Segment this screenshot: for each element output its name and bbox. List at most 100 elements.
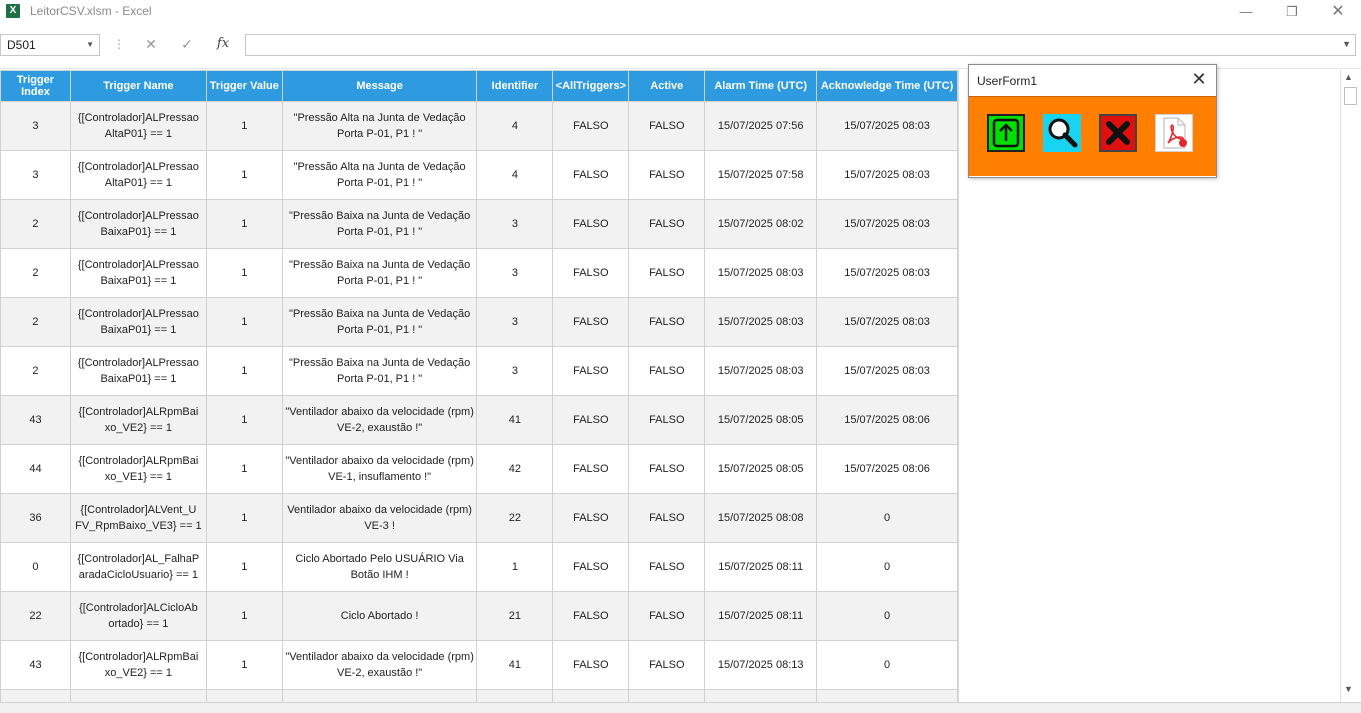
table-cell[interactable]: FALSO: [552, 640, 630, 690]
table-cell[interactable]: 2: [0, 346, 71, 396]
table-cell[interactable]: FALSO: [552, 395, 630, 445]
scroll-thumb[interactable]: [1344, 87, 1357, 105]
table-cell[interactable]: 1: [476, 542, 554, 592]
table-cell[interactable]: FALSO: [552, 542, 630, 592]
table-cell[interactable]: 43: [0, 395, 71, 445]
table-cell[interactable]: 2: [0, 199, 71, 249]
table-cell[interactable]: [69, 689, 207, 702]
table-cell[interactable]: FALSO: [628, 542, 706, 592]
cancel-entry-icon[interactable]: ✕: [141, 36, 161, 53]
table-cell[interactable]: 15/07/2025 08:05: [704, 444, 818, 494]
table-cell[interactable]: 0: [816, 640, 958, 690]
table-cell[interactable]: 41: [476, 395, 554, 445]
table-cell[interactable]: 1: [205, 346, 283, 396]
table-cell[interactable]: 44: [0, 444, 71, 494]
table-cell[interactable]: FALSO: [628, 444, 706, 494]
table-cell[interactable]: 0: [816, 591, 958, 641]
table-cell[interactable]: FALSO: [628, 493, 706, 543]
table-cell[interactable]: 15/07/2025 07:56: [704, 101, 818, 151]
minimize-button[interactable]: —: [1223, 0, 1269, 24]
table-cell[interactable]: 3: [476, 346, 554, 396]
table-cell[interactable]: 3: [0, 101, 71, 151]
table-cell[interactable]: {[Controlador]ALPressao BaixaP01} == 1: [69, 297, 207, 347]
table-cell[interactable]: [476, 689, 554, 702]
table-cell[interactable]: "Pressão Baixa na Junta de Vedação Porta…: [281, 199, 478, 249]
table-cell[interactable]: 1: [205, 640, 283, 690]
table-cell[interactable]: FALSO: [628, 640, 706, 690]
table-cell[interactable]: 22: [476, 493, 554, 543]
table-cell[interactable]: "Ventilador abaixo da velocidade (rpm) V…: [281, 640, 478, 690]
table-cell[interactable]: Ciclo Abortado !: [281, 591, 478, 641]
table-cell[interactable]: FALSO: [552, 591, 630, 641]
pdf-export-button[interactable]: [1155, 114, 1193, 152]
table-cell[interactable]: 21: [476, 591, 554, 641]
userform-close-icon[interactable]: ✕: [1187, 69, 1211, 90]
table-cell[interactable]: 15/07/2025 08:03: [704, 248, 818, 298]
table-cell[interactable]: [205, 689, 283, 702]
table-cell[interactable]: FALSO: [628, 591, 706, 641]
scroll-down-icon[interactable]: ▼: [1344, 684, 1353, 694]
table-cell[interactable]: {[Controlador]ALPressao AltaP01} == 1: [69, 101, 207, 151]
table-cell[interactable]: FALSO: [552, 444, 630, 494]
table-cell[interactable]: 0: [0, 542, 71, 592]
table-cell[interactable]: 4: [476, 150, 554, 200]
table-cell[interactable]: [628, 689, 706, 702]
table-cell[interactable]: 0: [816, 493, 958, 543]
table-cell[interactable]: 0: [816, 542, 958, 592]
table-cell[interactable]: 15/07/2025 08:08: [704, 493, 818, 543]
expand-formula-bar-icon[interactable]: ▼: [1342, 39, 1351, 49]
table-cell[interactable]: FALSO: [628, 297, 706, 347]
table-cell[interactable]: FALSO: [628, 346, 706, 396]
table-cell[interactable]: 15/07/2025 08:05: [704, 395, 818, 445]
table-cell[interactable]: {[Controlador]AL_FalhaP aradaCicloUsuari…: [69, 542, 207, 592]
table-cell[interactable]: FALSO: [552, 199, 630, 249]
insert-function-icon[interactable]: fx: [213, 36, 233, 51]
table-cell[interactable]: 1: [205, 199, 283, 249]
header-cell[interactable]: Message: [281, 70, 478, 102]
header-cell[interactable]: Acknowledge Time (UTC): [816, 70, 958, 102]
table-cell[interactable]: 15/07/2025 08:11: [704, 542, 818, 592]
table-cell[interactable]: 15/07/2025 08:03: [816, 199, 958, 249]
table-cell[interactable]: FALSO: [552, 248, 630, 298]
maximize-button[interactable]: ❐: [1269, 0, 1315, 24]
header-cell[interactable]: Identifier: [476, 70, 554, 102]
table-cell[interactable]: 15/07/2025 08:03: [816, 150, 958, 200]
confirm-entry-icon[interactable]: ✓: [177, 36, 197, 53]
table-cell[interactable]: {[Controlador]ALVent_U FV_RpmBaixo_VE3} …: [69, 493, 207, 543]
table-cell[interactable]: Ciclo Abortado Pelo USUÁRIO Via Botão IH…: [281, 542, 478, 592]
table-cell[interactable]: 15/07/2025 08:13: [704, 640, 818, 690]
search-button[interactable]: [1043, 114, 1081, 152]
table-cell[interactable]: FALSO: [628, 248, 706, 298]
header-cell[interactable]: <AllTriggers>: [552, 70, 630, 102]
table-cell[interactable]: 2: [0, 248, 71, 298]
table-cell[interactable]: {[Controlador]ALRpmBai xo_VE2} == 1: [69, 640, 207, 690]
table-cell[interactable]: 15/07/2025 08:11: [704, 591, 818, 641]
table-cell[interactable]: 42: [476, 444, 554, 494]
spreadsheet-grid[interactable]: Trigger Index Trigger Name Trigger Value…: [0, 70, 958, 702]
table-cell[interactable]: 15/07/2025 08:03: [816, 346, 958, 396]
table-cell[interactable]: FALSO: [552, 101, 630, 151]
close-window-button[interactable]: ✕: [1315, 0, 1361, 24]
table-cell[interactable]: FALSO: [628, 101, 706, 151]
header-cell[interactable]: Trigger Value: [205, 70, 283, 102]
table-cell[interactable]: 15/07/2025 07:58: [704, 150, 818, 200]
table-cell[interactable]: [552, 689, 630, 702]
table-cell[interactable]: 1: [205, 444, 283, 494]
userform-titlebar[interactable]: UserForm1 ✕: [969, 65, 1216, 96]
table-cell[interactable]: "Pressão Baixa na Junta de Vedação Porta…: [281, 346, 478, 396]
table-cell[interactable]: [704, 689, 818, 702]
horizontal-scrollbar[interactable]: [0, 702, 1361, 713]
table-cell[interactable]: FALSO: [552, 346, 630, 396]
table-cell[interactable]: 15/07/2025 08:06: [816, 444, 958, 494]
table-cell[interactable]: 1: [205, 493, 283, 543]
name-box[interactable]: D501 ▼: [0, 34, 100, 56]
table-cell[interactable]: {[Controlador]ALPressao AltaP01} == 1: [69, 150, 207, 200]
table-cell[interactable]: {[Controlador]ALRpmBai xo_VE1} == 1: [69, 444, 207, 494]
upload-button[interactable]: [987, 114, 1025, 152]
table-cell[interactable]: {[Controlador]ALPressao BaixaP01} == 1: [69, 199, 207, 249]
table-cell[interactable]: Ventilador abaixo da velocidade (rpm) VE…: [281, 493, 478, 543]
table-cell[interactable]: 22: [0, 591, 71, 641]
table-cell[interactable]: FALSO: [552, 150, 630, 200]
delete-button[interactable]: [1099, 114, 1137, 152]
table-cell[interactable]: 15/07/2025 08:03: [704, 346, 818, 396]
